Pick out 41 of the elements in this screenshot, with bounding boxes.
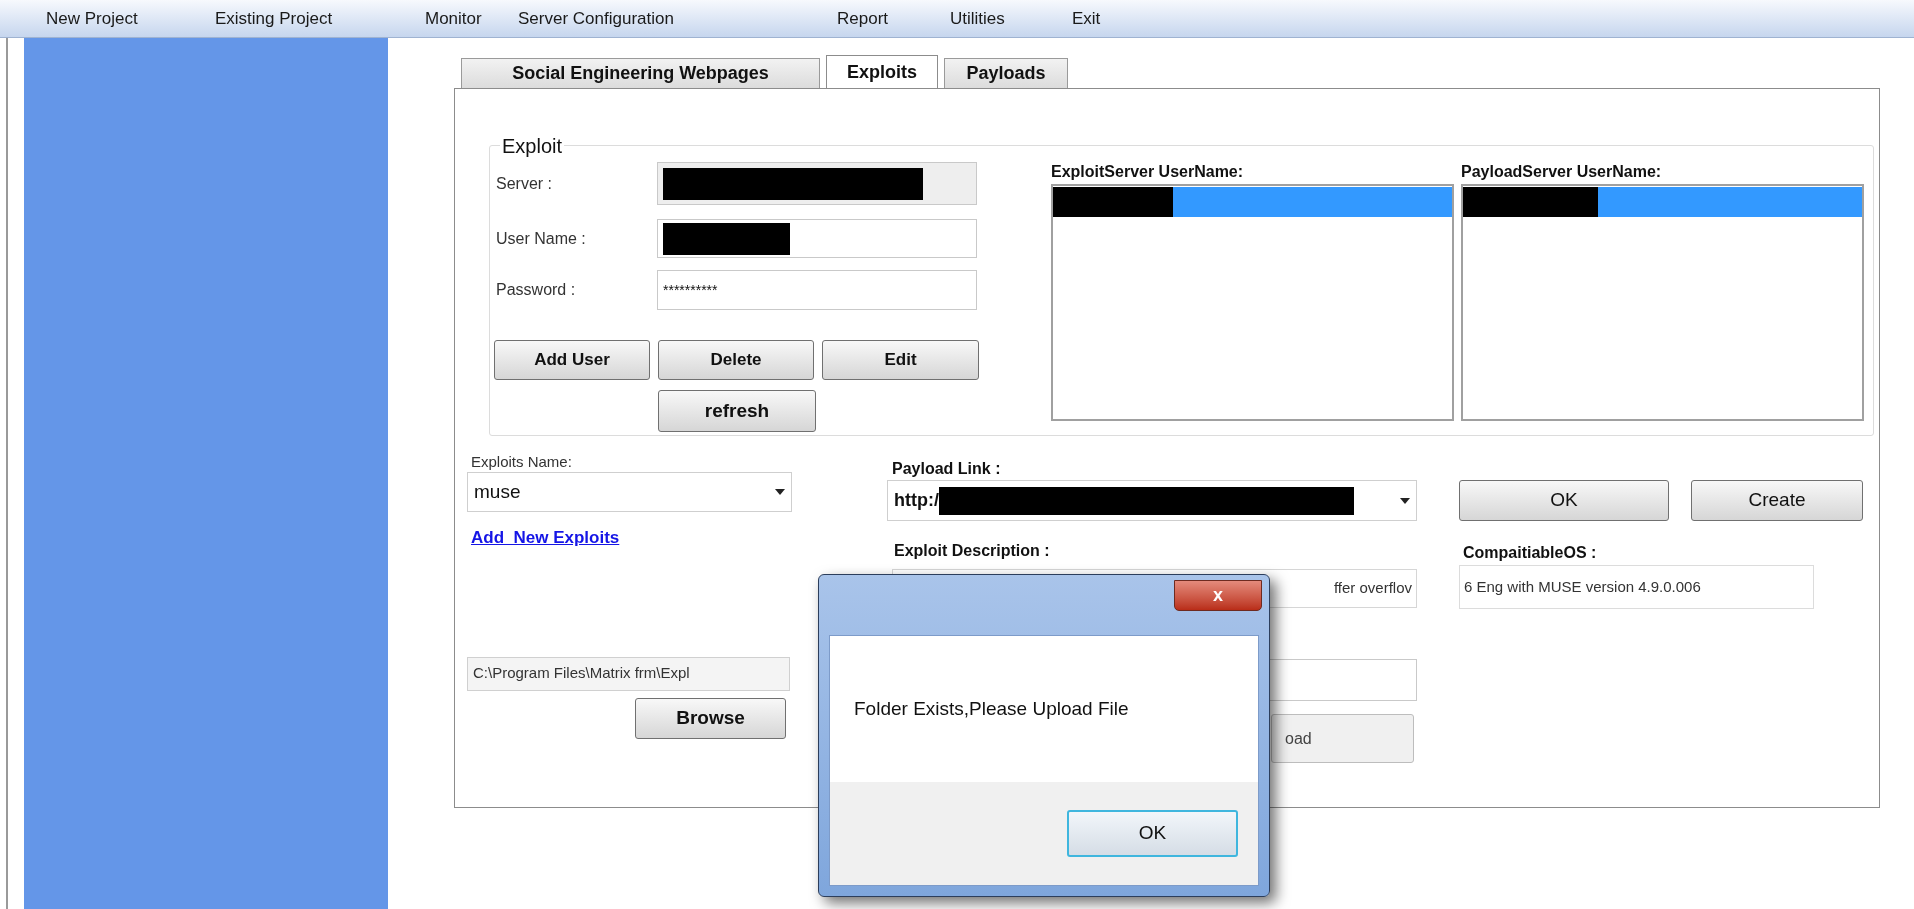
tab[interactable]: Payloads — [944, 58, 1068, 88]
field-label: Exploits Name: — [470, 452, 573, 472]
input-field[interactable] — [657, 219, 977, 258]
tab[interactable]: Social Engineering Webpages — [461, 58, 820, 88]
tab[interactable]: Exploits — [826, 55, 938, 89]
menu-item[interactable]: Exit — [1072, 8, 1101, 28]
button[interactable]: Delete — [658, 340, 814, 380]
input-field[interactable]: ********** — [657, 270, 977, 310]
field-label: Server : — [495, 173, 553, 194]
ok-button[interactable]: OK — [1067, 810, 1238, 857]
list-title: ExploitServer UserName: — [1051, 162, 1245, 182]
field-label: CompaitiableOS : — [1462, 543, 1598, 563]
list-item[interactable] — [1053, 187, 1452, 217]
payload-link-dropdown[interactable]: http:/ — [887, 480, 1417, 521]
menu-item[interactable]: Existing Project — [215, 8, 333, 28]
create-button[interactable]: Create — [1691, 480, 1863, 521]
add-exploits-link[interactable]: Add New Exploits — [467, 525, 620, 551]
list-title: PayloadServer UserName: — [1461, 162, 1663, 182]
menu-item[interactable]: Monitor — [425, 8, 482, 28]
field-label: Payload Link : — [891, 459, 1002, 479]
button[interactable]: Edit — [822, 340, 979, 380]
field-label: User Name : — [495, 228, 587, 249]
os-field[interactable]: 6 Eng with MUSE version 4.9.0.006 — [1459, 565, 1814, 609]
close-button[interactable]: x — [1174, 580, 1262, 611]
dropdown-arrow-icon — [775, 489, 785, 495]
menu-item[interactable]: Server Configuration — [518, 8, 674, 28]
menu-item[interactable]: Report — [837, 8, 889, 28]
menu-item[interactable]: New Project — [46, 8, 138, 28]
menu-item[interactable]: Utilities — [950, 8, 1005, 28]
ok-button[interactable]: OK — [1459, 480, 1669, 521]
exploits-dropdown[interactable]: muse — [467, 472, 792, 512]
dropdown-arrow-icon — [1400, 497, 1410, 504]
field-label: Exploit Description : — [893, 541, 1051, 561]
upload-button[interactable]: oad — [1271, 714, 1414, 763]
browse-button[interactable]: Browse — [635, 697, 786, 739]
dialog-message: Folder Exists,Please Upload File — [854, 696, 1129, 721]
refresh-button[interactable]: refresh — [658, 390, 816, 432]
list-item[interactable] — [1463, 187, 1862, 217]
field-label: Password : — [495, 280, 577, 300]
button[interactable]: Add User — [494, 340, 650, 380]
path-field[interactable]: C:\Program Files\Matrix frm\Expl — [467, 656, 790, 691]
